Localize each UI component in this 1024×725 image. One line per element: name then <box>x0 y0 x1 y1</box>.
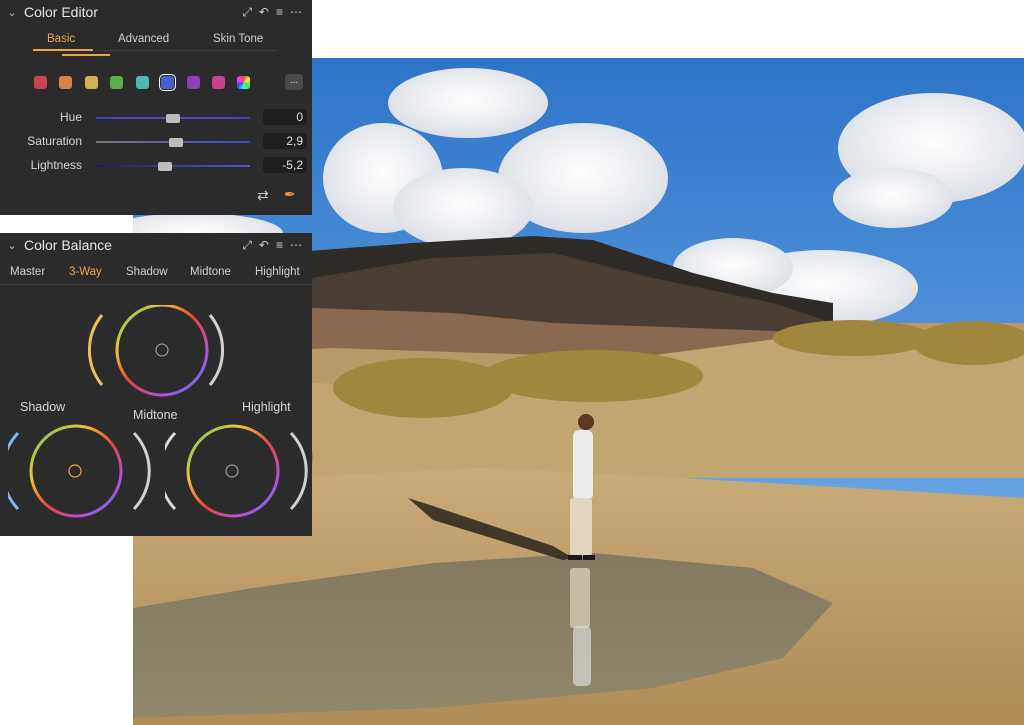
panel-title: Color Editor <box>24 4 98 20</box>
expand-icon[interactable]: ⤢ <box>242 238 252 252</box>
expand-icon[interactable]: ⤢ <box>242 5 252 19</box>
tab-divider <box>0 284 312 285</box>
tab-midtone[interactable]: Midtone <box>190 266 231 278</box>
tab-3-way[interactable]: 3-Way <box>69 266 102 278</box>
shadow-wheel-label: Shadow <box>20 400 66 414</box>
collapse-chevron-icon[interactable]: ⌄ <box>2 239 22 252</box>
color-editor-header: ⌄ Color Editor ⤢ ↶ ≡ ⋯ <box>0 0 312 24</box>
tab-highlight[interactable]: Highlight <box>255 266 300 278</box>
color-editor-panel: ⌄ Color Editor ⤢ ↶ ≡ ⋯ Basic Advanced Sk… <box>0 0 312 215</box>
tab-divider <box>95 50 278 51</box>
tab-skin-tone[interactable]: Skin Tone <box>213 33 263 45</box>
saturation-value-field[interactable]: 2,9 <box>263 133 307 149</box>
collapse-chevron-icon[interactable]: ⌄ <box>2 6 22 19</box>
swatch-all-colors[interactable] <box>237 76 250 89</box>
swatch-green[interactable] <box>110 76 123 89</box>
saturation-label: Saturation <box>27 134 82 148</box>
color-editor-tabs: Basic Advanced Skin Tone <box>0 24 312 52</box>
swatch-magenta[interactable] <box>212 76 225 89</box>
hue-value-field[interactable]: 0 <box>263 109 307 125</box>
reset-icon[interactable]: ↶ <box>259 5 269 19</box>
presets-menu-icon[interactable]: ≡ <box>276 238 283 252</box>
saturation-slider-thumb[interactable] <box>169 138 184 147</box>
highlight-color-wheel[interactable] <box>165 421 310 521</box>
hue-slider-thumb[interactable] <box>166 114 180 123</box>
lightness-slider-thumb[interactable] <box>158 162 173 171</box>
panel-title: Color Balance <box>24 237 112 253</box>
lightness-value-field[interactable]: -5,2 <box>263 157 307 173</box>
lightness-label: Lightness <box>30 158 82 172</box>
swatch-orange[interactable] <box>59 76 72 89</box>
color-balance-tabs: Master 3-Way Shadow Midtone Highlight <box>0 54 312 285</box>
color-balance-panel: ⌄ Color Balance ⤢ ↶ ≡ ⋯ Master 3-Way Sha… <box>0 54 312 536</box>
swatch-cyan[interactable] <box>136 76 149 89</box>
shadow-color-wheel[interactable] <box>8 421 153 521</box>
tab-shadow[interactable]: Shadow <box>126 266 168 278</box>
swatch-purple[interactable] <box>187 76 200 89</box>
active-tab-indicator <box>33 49 93 51</box>
more-options-icon[interactable]: ⋯ <box>290 5 302 19</box>
midtone-wheel-label: Midtone <box>133 408 178 422</box>
tab-advanced[interactable]: Advanced <box>118 33 169 45</box>
more-options-icon[interactable]: ⋯ <box>290 238 302 252</box>
hue-label: Hue <box>59 110 82 124</box>
master-color-wheel[interactable] <box>88 305 228 405</box>
tab-master[interactable]: Master <box>10 266 45 278</box>
swatch-yellow[interactable] <box>85 76 98 89</box>
swatch-blue[interactable] <box>159 74 176 91</box>
swatch-red[interactable] <box>34 76 47 89</box>
tab-basic[interactable]: Basic <box>47 33 75 45</box>
highlight-wheel-label: Highlight <box>242 400 291 414</box>
presets-menu-icon[interactable]: ≡ <box>276 5 283 19</box>
color-balance-header: ⌄ Color Balance ⤢ ↶ ≡ ⋯ <box>0 233 312 257</box>
color-picker-icon[interactable]: ✒ <box>284 186 296 203</box>
more-swatches-button[interactable]: ... <box>285 74 303 90</box>
swap-arrows-icon[interactable]: ⇄ <box>257 187 269 204</box>
reset-icon[interactable]: ↶ <box>259 238 269 252</box>
active-tab-indicator <box>62 54 110 56</box>
lightness-slider-track[interactable] <box>96 165 250 167</box>
